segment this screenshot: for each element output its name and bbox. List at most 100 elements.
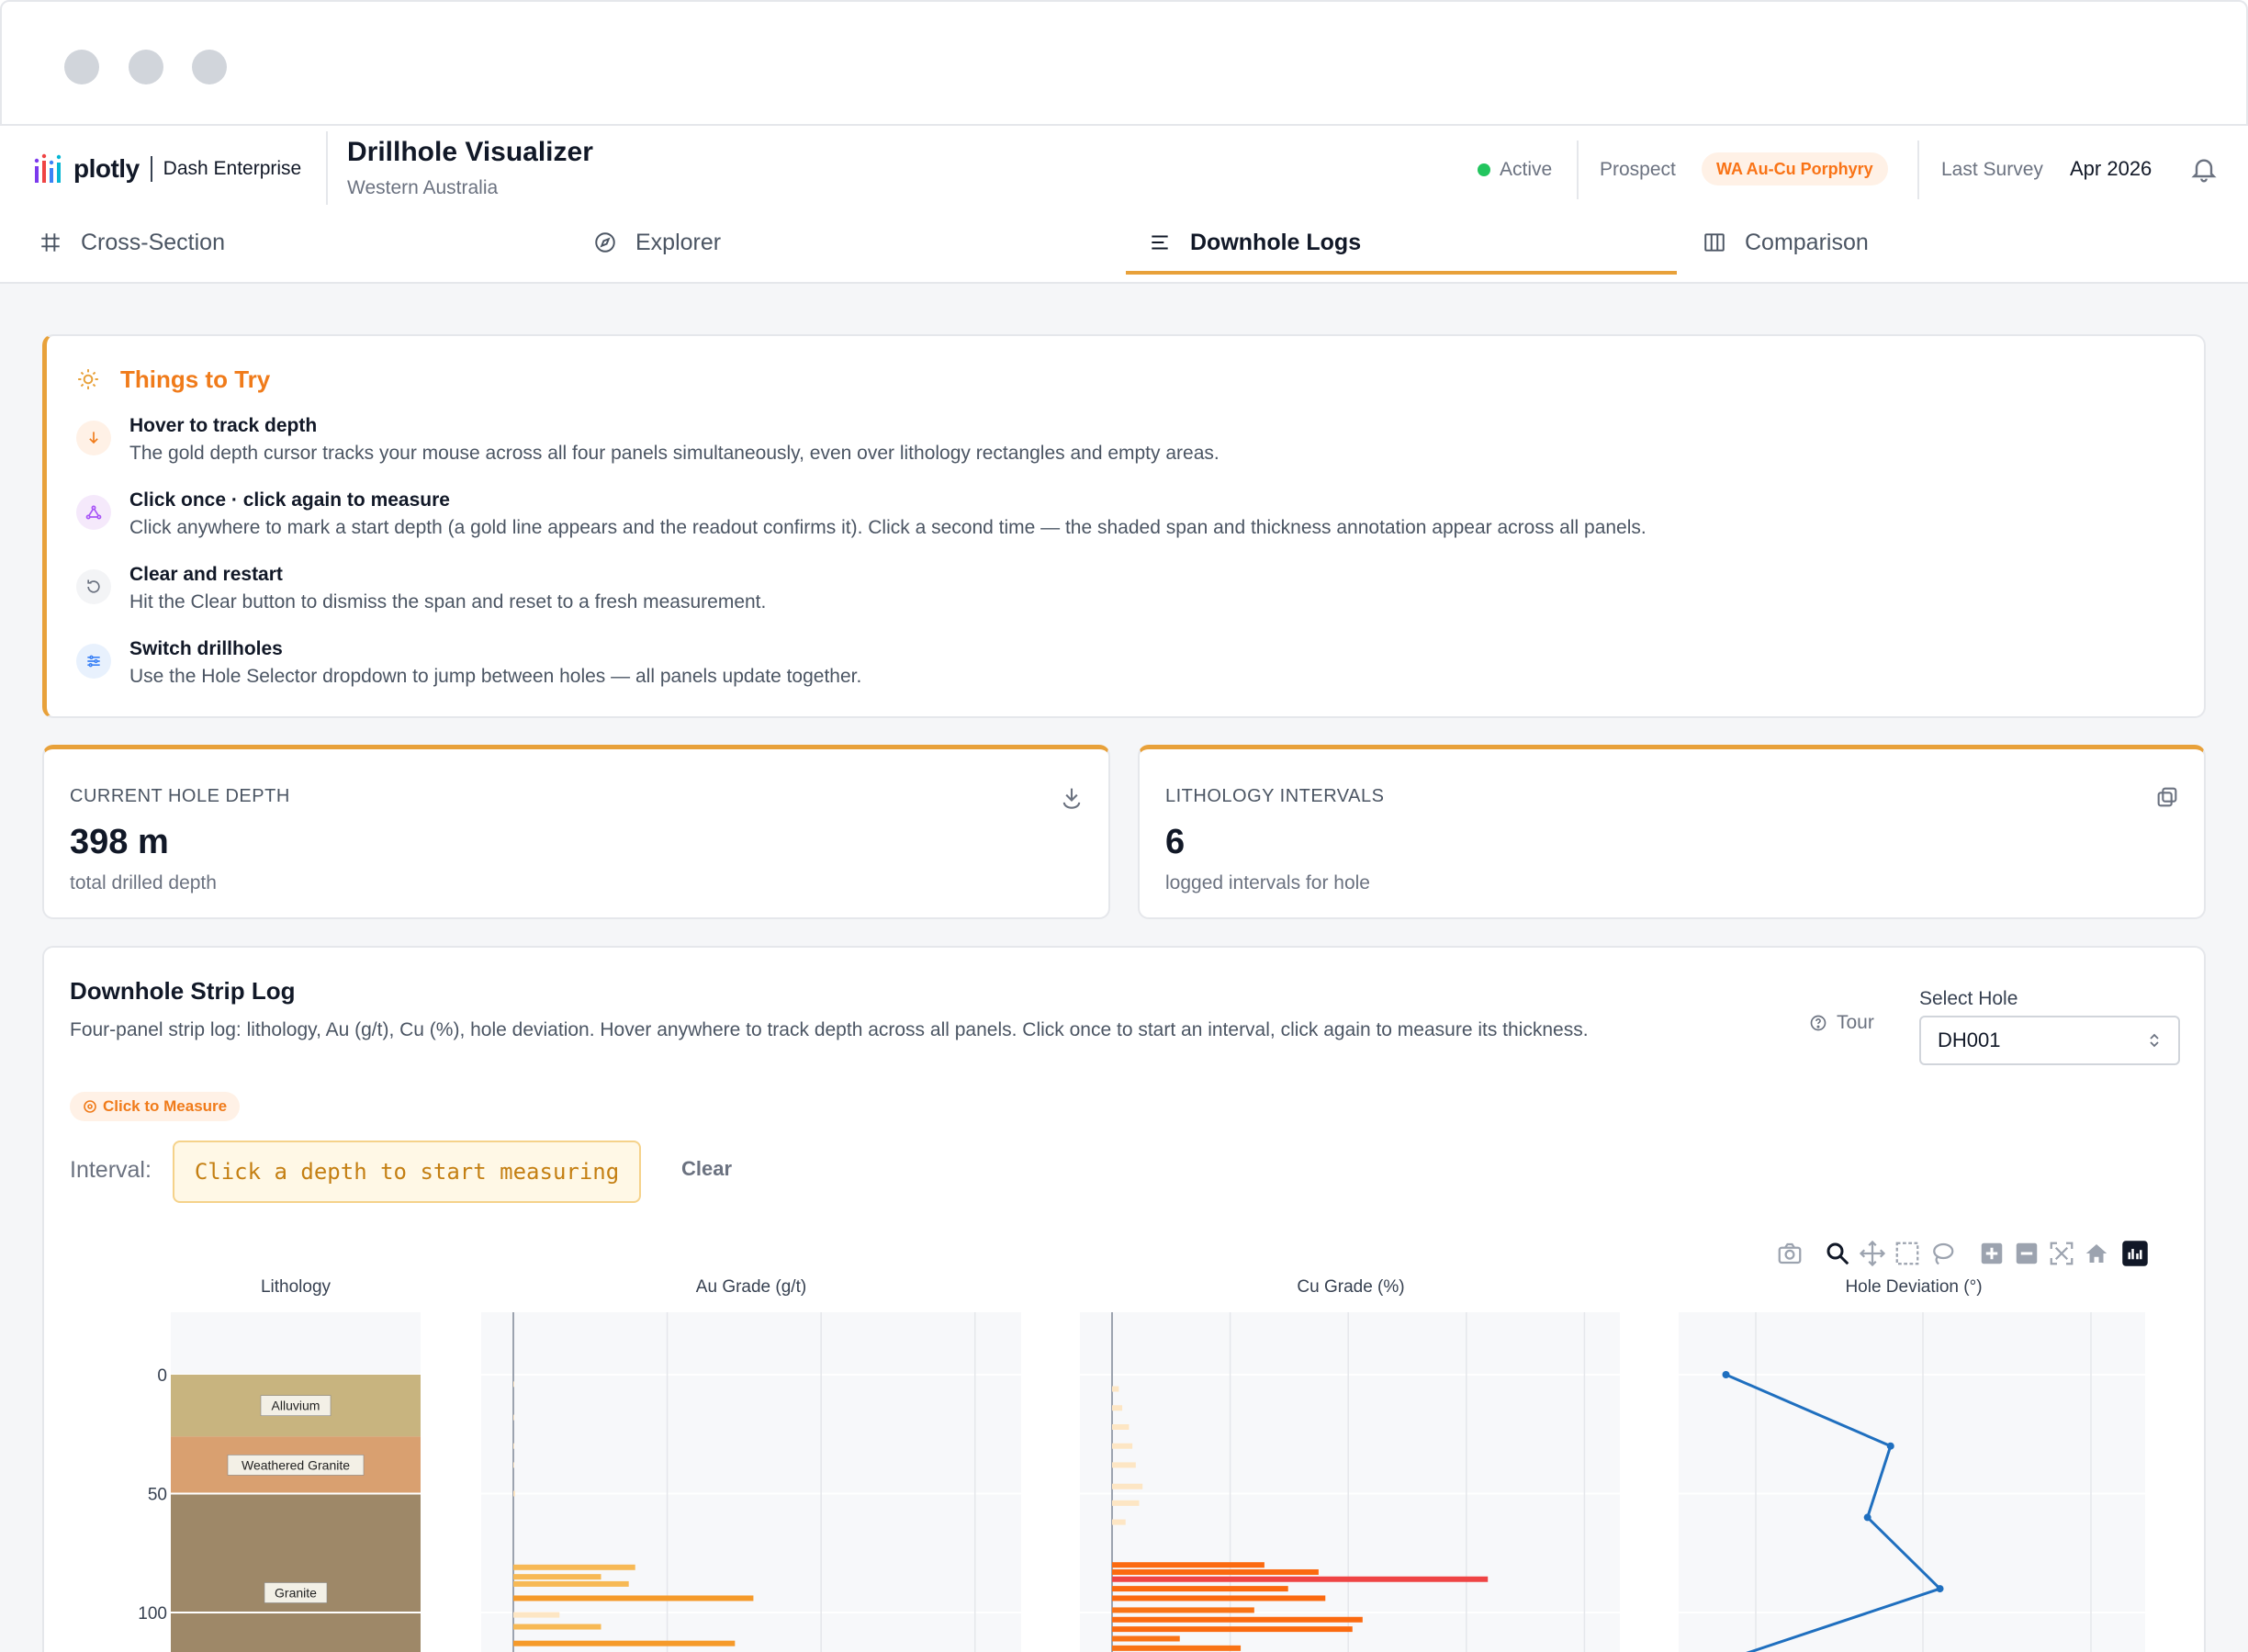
strip-log-description: Four-panel strip log: lithology, Au (g/t…	[70, 1019, 1589, 1040]
chevron-updown-icon	[2150, 1033, 2159, 1048]
stat-subtitle: logged intervals for hole	[1165, 872, 1370, 893]
tab-cross-section[interactable]: Cross-Section	[39, 210, 225, 275]
deviation-point	[1936, 1585, 1944, 1593]
panel-title-au: Au Grade (g/t)	[696, 1277, 806, 1297]
tip-title: Click once · click again to measure	[129, 489, 450, 511]
grade-bar	[1112, 1462, 1136, 1468]
grade-bar	[1112, 1483, 1143, 1489]
grade-bar	[513, 1640, 736, 1646]
grade-bar	[513, 1595, 754, 1601]
status-dot-icon	[1478, 163, 1490, 176]
measure-pill-label: Click to Measure	[103, 1097, 228, 1115]
y-tick-label: 50	[148, 1486, 167, 1505]
grade-bar	[1112, 1568, 1319, 1575]
tab-label: Downhole Logs	[1190, 229, 1362, 255]
tour-button[interactable]: Tour	[1809, 1012, 1874, 1034]
lithology-label: Alluvium	[272, 1399, 320, 1413]
window-minimize-dot[interactable]	[129, 50, 163, 84]
hole-select[interactable]: DH001	[1919, 1016, 2180, 1065]
things-to-try-title: Things to Try	[120, 365, 271, 393]
help-circle-icon	[1810, 1015, 1826, 1031]
tip-body: The gold depth cursor tracks your mouse …	[129, 443, 1220, 464]
plotly-logo[interactable]: plotly Dash Enterprise	[33, 153, 301, 185]
plot-panel-background	[1679, 1312, 2145, 1652]
panel-title-cu: Cu Grade (%)	[1297, 1277, 1404, 1297]
tip-body: Click anywhere to mark a start depth (a …	[129, 517, 1647, 538]
window-close-dot[interactable]	[64, 50, 99, 84]
header-divider	[326, 131, 328, 205]
strip-log-card: Downhole Strip Log Four-panel strip log:…	[42, 946, 2206, 1652]
stat-subtitle: total drilled depth	[70, 872, 217, 893]
lithology-label: Weathered Granite	[242, 1457, 350, 1472]
tab-comparison[interactable]: Comparison	[1703, 210, 1869, 275]
grade-bar	[1112, 1586, 1288, 1592]
tab-downhole-logs[interactable]: Downhole Logs	[1148, 210, 1361, 275]
things-to-try-card: Things to Try Hover to track depth The g…	[42, 334, 2206, 718]
hole-select-value: DH001	[1938, 1028, 2001, 1051]
strip-log-title: Downhole Strip Log	[70, 977, 296, 1005]
panel-title-lithology: Lithology	[261, 1277, 332, 1297]
grade-bar	[513, 1443, 515, 1449]
grade-bar	[1112, 1607, 1254, 1613]
grade-bar	[1112, 1595, 1326, 1601]
deviation-point	[1722, 1371, 1730, 1378]
stat-card-hole-depth: CURRENT HOLE DEPTH 398 m total drilled d…	[42, 745, 1110, 919]
y-tick-label: 100	[138, 1604, 167, 1624]
active-tab-indicator	[1126, 271, 1677, 275]
plot-panel-background	[1080, 1312, 1620, 1652]
window-chrome	[0, 0, 2248, 126]
strip-log-plot[interactable]: Lithology Au Grade (g/t) Cu Grade (%) Ho…	[44, 1260, 2206, 1652]
grid-icon	[41, 233, 60, 252]
stat-card-lithology-intervals: LITHOLOGY INTERVALS 6 logged intervals f…	[1138, 745, 2206, 919]
grade-bar	[1112, 1562, 1264, 1568]
grade-bar	[1112, 1386, 1119, 1392]
app-subtitle: Western Australia	[347, 177, 499, 198]
main-content: Things to Try Hover to track depth The g…	[0, 284, 2248, 1652]
lithology-interval	[171, 1493, 421, 1652]
grade-bar	[1112, 1519, 1126, 1525]
status-label: Active	[1500, 159, 1553, 180]
grade-bar	[513, 1414, 515, 1421]
window-maximize-dot[interactable]	[192, 50, 227, 84]
select-hole-label: Select Hole	[1919, 988, 2018, 1009]
status-indicator: Active	[1478, 159, 1552, 181]
interval-readout: Click a depth to start measuring	[173, 1141, 641, 1203]
grade-bar	[513, 1580, 629, 1587]
header-separator	[1917, 140, 1919, 199]
tip-body: Use the Hole Selector dropdown to jump b…	[129, 666, 862, 687]
tab-explorer[interactable]: Explorer	[593, 210, 721, 275]
app-header: plotly Dash Enterprise Drillhole Visuali…	[0, 126, 2248, 210]
compass-icon	[595, 232, 615, 253]
stat-label: CURRENT HOLE DEPTH	[70, 786, 290, 806]
bell-icon[interactable]	[2189, 153, 2219, 185]
panel-title-deviation: Hole Deviation (°)	[1845, 1277, 1982, 1297]
measure-icon	[76, 495, 111, 530]
grade-bar	[1112, 1443, 1133, 1449]
plotly-mark-icon	[34, 153, 62, 183]
interval-label: Interval:	[70, 1157, 152, 1183]
grade-bar	[1112, 1576, 1489, 1582]
tip-title: Switch drillholes	[129, 638, 283, 659]
grade-bar	[1112, 1626, 1353, 1633]
grade-bar	[513, 1381, 515, 1388]
y-tick-label: 0	[157, 1366, 167, 1386]
tab-bar: Cross-Section Explorer Downhole Logs Com…	[0, 210, 2248, 284]
prospect-label: Prospect	[1600, 159, 1676, 180]
header-separator	[1577, 140, 1579, 199]
lines-icon	[1152, 235, 1168, 250]
stat-value: 398 m	[70, 823, 169, 861]
deviation-point	[1863, 1513, 1871, 1522]
grade-bar	[1112, 1423, 1130, 1430]
download-icon[interactable]	[1059, 784, 1085, 810]
grade-bar	[513, 1564, 635, 1570]
tour-label: Tour	[1837, 1012, 1874, 1033]
clear-button[interactable]: Clear	[681, 1157, 732, 1181]
target-icon	[84, 1100, 96, 1113]
app-title: Drillhole Visualizer	[347, 137, 593, 167]
logo-divider	[150, 156, 152, 182]
lithology-label: Granite	[275, 1586, 317, 1601]
tip-body: Hit the Clear button to dismiss the span…	[129, 591, 767, 612]
lightbulb-icon	[78, 369, 98, 389]
copy-icon[interactable]	[2154, 784, 2180, 810]
grade-bar	[513, 1624, 601, 1630]
